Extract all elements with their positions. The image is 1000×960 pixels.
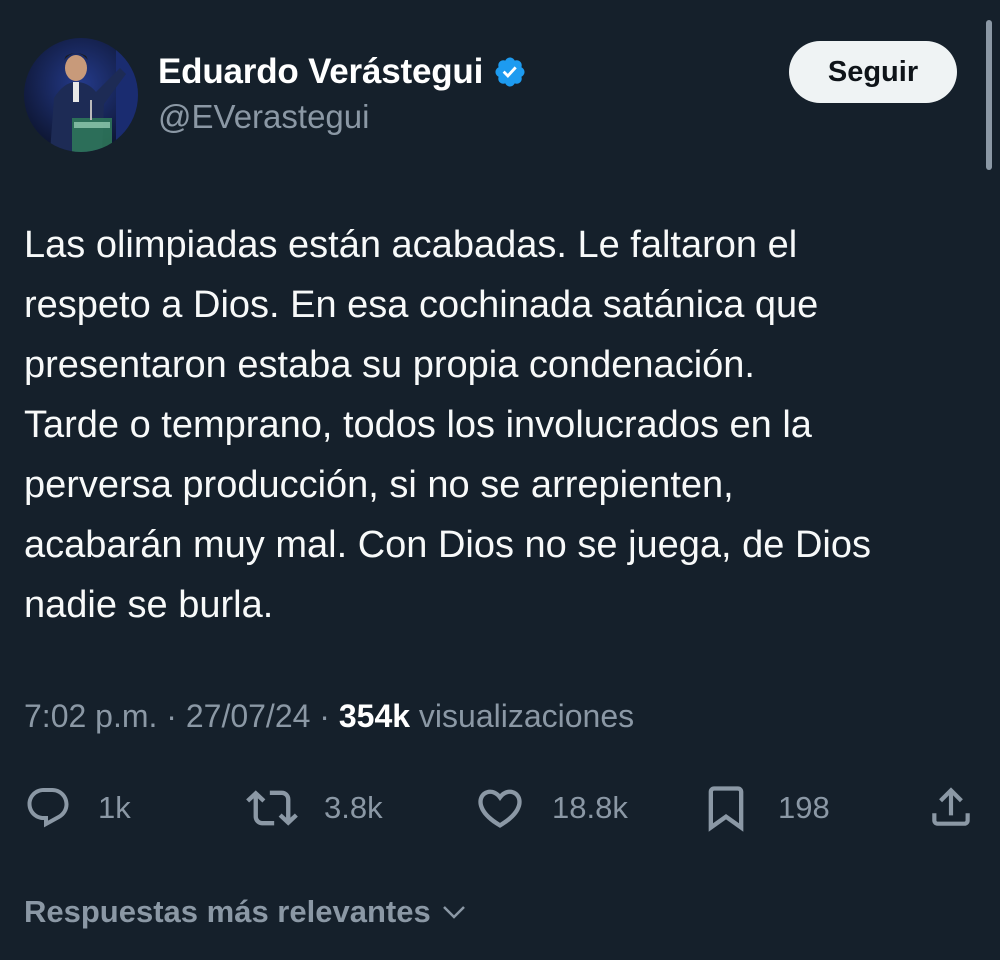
author-name-row[interactable]: Eduardo Verástegui <box>158 50 527 94</box>
views-count: 354k <box>338 698 411 734</box>
repost-action[interactable]: 3.8k <box>246 778 383 838</box>
follow-button[interactable]: Seguir <box>789 41 957 103</box>
share-icon <box>932 787 970 826</box>
reply-icon <box>27 788 69 828</box>
repost-icon <box>246 790 298 826</box>
verified-badge-icon <box>495 57 525 87</box>
replies-sort-dropdown[interactable]: Respuestas más relevantes <box>24 890 469 934</box>
meta-separator: · <box>166 698 177 734</box>
like-count: 18.8k <box>552 790 628 825</box>
share-button[interactable] <box>926 782 976 837</box>
tweet-date[interactable]: 27/07/24 <box>186 698 311 734</box>
meta-separator: · <box>319 698 330 734</box>
repost-count: 3.8k <box>324 790 383 825</box>
replies-heading-label: Respuestas más relevantes <box>24 894 431 929</box>
chevron-down-icon <box>442 906 465 919</box>
tweet-meta: 7:02 p.m. · 27/07/24 · 354k visualizacio… <box>24 698 634 735</box>
views-label: visualizaciones <box>418 698 635 734</box>
author-display-name[interactable]: Eduardo Verástegui <box>158 52 483 92</box>
bookmark-icon <box>708 786 744 832</box>
bookmark-count: 198 <box>778 790 830 825</box>
reply-action[interactable]: 1k <box>24 778 131 838</box>
like-icon <box>478 789 522 828</box>
scrollbar[interactable] <box>986 20 992 170</box>
tweet-text: Las olimpiadas están acabadas. Le faltar… <box>24 224 872 626</box>
like-action[interactable]: 18.8k <box>474 778 628 838</box>
author-handle[interactable]: @EVerastegui <box>158 98 369 136</box>
avatar[interactable] <box>24 38 138 152</box>
bookmark-action[interactable]: 198 <box>700 778 830 838</box>
reply-count: 1k <box>98 790 131 825</box>
tweet-time[interactable]: 7:02 p.m. <box>24 698 157 734</box>
avatar-photo <box>24 38 138 152</box>
